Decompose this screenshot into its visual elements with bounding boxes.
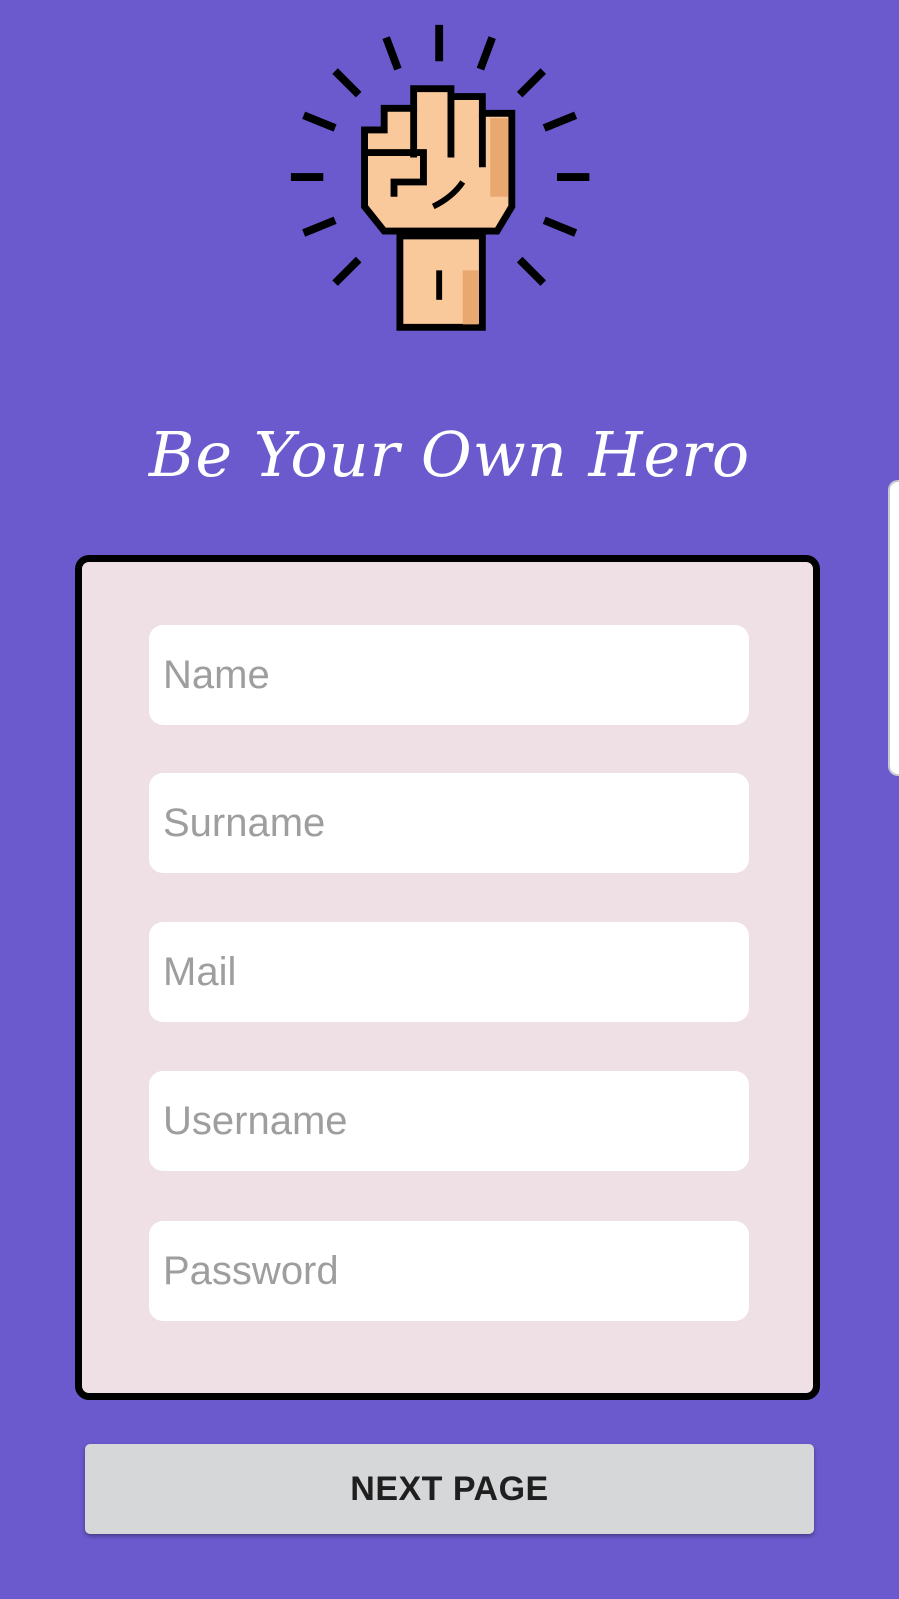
app-tagline: Be Your Own Hero bbox=[148, 418, 751, 491]
username-input[interactable] bbox=[149, 1071, 749, 1171]
surname-input[interactable] bbox=[149, 773, 749, 873]
password-input[interactable] bbox=[149, 1221, 749, 1321]
side-panel-handle[interactable] bbox=[888, 480, 899, 776]
signup-form-card bbox=[75, 555, 820, 1400]
name-input[interactable] bbox=[149, 625, 749, 725]
next-page-button[interactable]: NEXT PAGE bbox=[85, 1444, 814, 1534]
raised-fist-icon bbox=[290, 24, 590, 331]
mail-input[interactable] bbox=[149, 922, 749, 1022]
